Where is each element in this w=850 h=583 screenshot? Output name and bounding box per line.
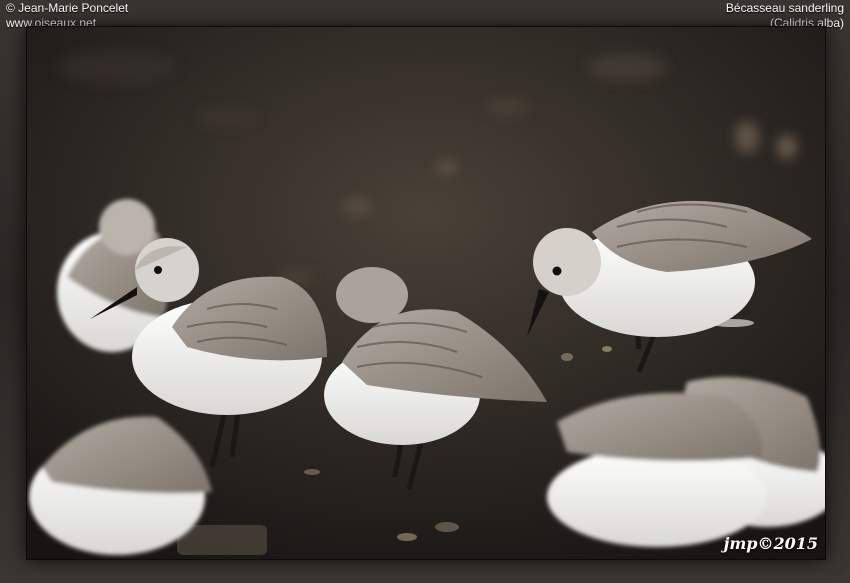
photo-page: © Jean-Marie Poncelet www.oiseaux.net Bé… [0,0,850,583]
copyright-text: © Jean-Marie Poncelet [6,1,129,15]
species-name-french: Bécasseau sanderling [725,1,844,15]
photographer-signature: jmp©2015 [723,534,818,553]
sanderling-flock-illustration [27,27,825,559]
bird-photo [26,26,826,560]
